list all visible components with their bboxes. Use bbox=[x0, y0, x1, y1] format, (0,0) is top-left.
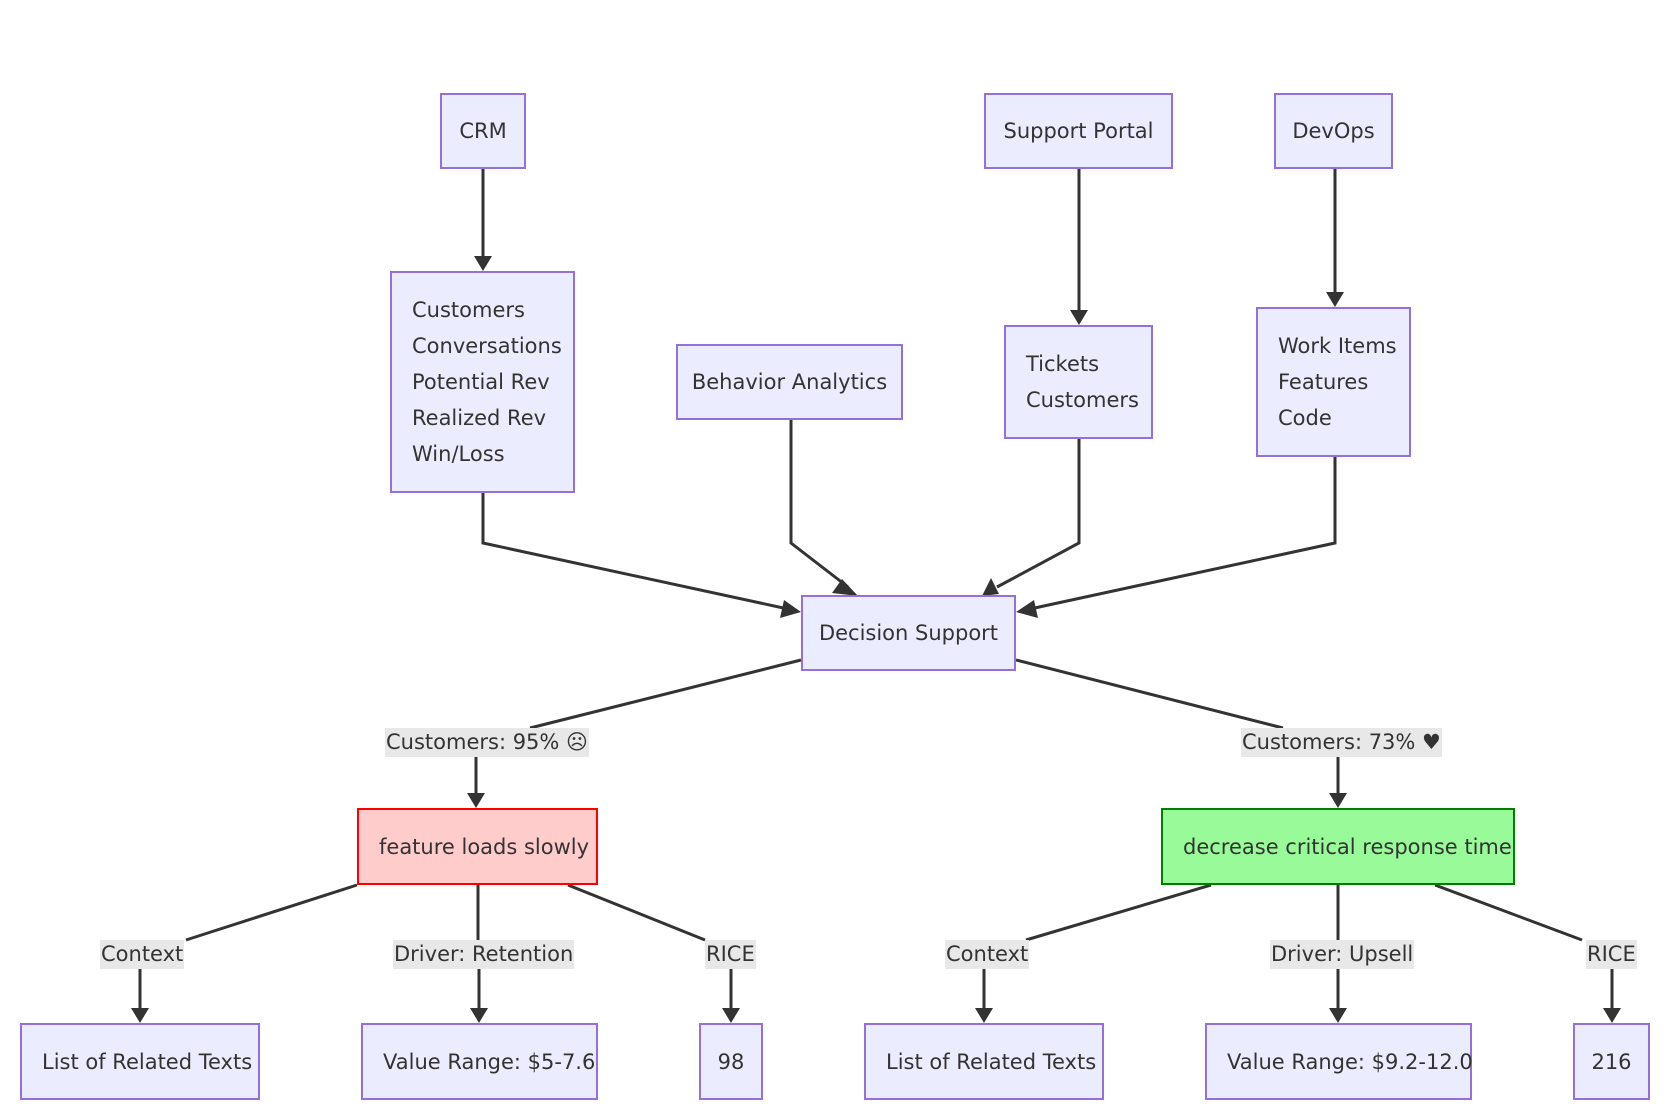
node-rice-score[interactable]: 98 bbox=[699, 1023, 763, 1100]
node-rice-score[interactable]: 216 bbox=[1573, 1023, 1650, 1100]
node-crm[interactable]: CRM bbox=[440, 93, 526, 169]
node-decrease-critical-response-time[interactable]: decrease critical response time bbox=[1161, 808, 1515, 885]
node-value-range-label: Value Range: $9.2-12.0 bbox=[1227, 1049, 1473, 1074]
edge-label-rice: RICE bbox=[705, 940, 756, 969]
devops-item: Work Items bbox=[1278, 334, 1397, 358]
edge-crm-to-crm-data bbox=[474, 169, 492, 271]
node-crm-data[interactable]: Customers Conversations Potential Rev Re… bbox=[390, 271, 575, 493]
crm-item: Potential Rev bbox=[412, 370, 550, 394]
node-related-texts[interactable]: List of Related Texts bbox=[864, 1023, 1104, 1100]
edge-label-driver: Driver: Upsell bbox=[1270, 940, 1415, 969]
edge-label-context: Context bbox=[945, 940, 1030, 969]
node-value-range[interactable]: Value Range: $5-7.6 bbox=[361, 1023, 598, 1100]
node-related-texts-label: List of Related Texts bbox=[42, 1049, 253, 1074]
devops-item: Features bbox=[1278, 370, 1369, 394]
node-feature-loads-slowly[interactable]: feature loads slowly bbox=[357, 808, 598, 885]
edge-crm-data-to-hub bbox=[481, 493, 801, 618]
node-decrease-critical-response-time-label: decrease critical response time bbox=[1183, 834, 1512, 859]
crm-item: Realized Rev bbox=[412, 406, 547, 430]
node-support-portal[interactable]: Support Portal bbox=[984, 93, 1173, 169]
node-behavior-analytics[interactable]: Behavior Analytics bbox=[676, 344, 903, 420]
edge-label-branch-0: Customers: 95% ☹ bbox=[385, 728, 589, 757]
edge-support-data-to-hub bbox=[982, 439, 1081, 596]
edge-label-rice: RICE bbox=[1586, 940, 1637, 969]
node-devops-data[interactable]: Work Items Features Code bbox=[1256, 307, 1411, 457]
node-rice-score-label: 216 bbox=[1591, 1049, 1632, 1074]
edge-label-driver: Driver: Retention bbox=[393, 940, 575, 969]
node-devops[interactable]: DevOps bbox=[1274, 93, 1393, 169]
diagram-edges bbox=[131, 169, 1621, 1023]
node-support-data[interactable]: Tickets Customers bbox=[1004, 325, 1153, 439]
support-item: Customers bbox=[1026, 388, 1139, 412]
node-feature-loads-slowly-label: feature loads slowly bbox=[379, 834, 590, 859]
crm-item: Win/Loss bbox=[412, 442, 505, 466]
node-value-range[interactable]: Value Range: $9.2-12.0 bbox=[1205, 1023, 1473, 1100]
node-behavior-analytics-label: Behavior Analytics bbox=[691, 370, 888, 394]
node-decision-support-label: Decision Support bbox=[818, 621, 999, 645]
node-value-range-label: Value Range: $5-7.6 bbox=[383, 1049, 596, 1074]
edge-support-to-support-data bbox=[1070, 169, 1088, 325]
edge-behavior-to-hub bbox=[789, 420, 858, 596]
node-related-texts[interactable]: List of Related Texts bbox=[20, 1023, 260, 1100]
edge-devops-data-to-hub bbox=[1016, 457, 1337, 618]
node-crm-label: CRM bbox=[459, 119, 507, 143]
node-decision-support[interactable]: Decision Support bbox=[801, 595, 1016, 671]
crm-item: Customers bbox=[412, 298, 525, 322]
edge-devops-to-devops-data bbox=[1326, 169, 1344, 307]
node-support-portal-label: Support Portal bbox=[1003, 119, 1154, 143]
node-related-texts-label: List of Related Texts bbox=[886, 1049, 1097, 1074]
edge-label-context: Context bbox=[100, 940, 185, 969]
support-item: Tickets bbox=[1026, 352, 1100, 376]
crm-item: Conversations bbox=[412, 334, 562, 358]
node-devops-label: DevOps bbox=[1292, 119, 1375, 143]
edge-label-branch-1: Customers: 73% ♥ bbox=[1241, 728, 1442, 757]
node-rice-score-label: 98 bbox=[717, 1049, 745, 1074]
devops-item: Code bbox=[1278, 406, 1332, 430]
